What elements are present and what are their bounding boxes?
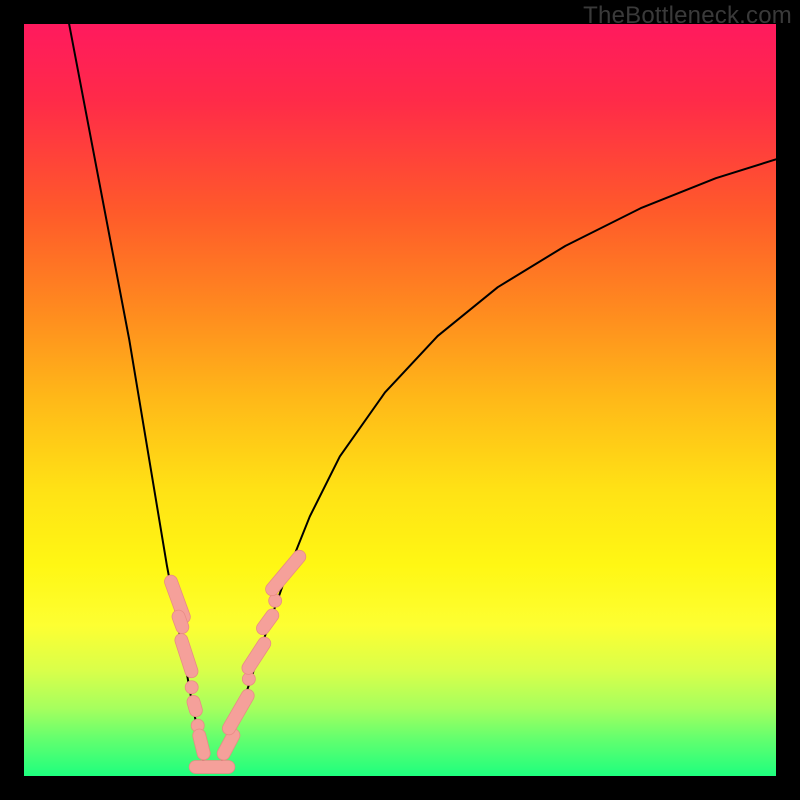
marker-dot bbox=[269, 594, 282, 607]
marker-pill bbox=[191, 728, 211, 761]
marker-pill bbox=[185, 694, 203, 718]
marker-pill bbox=[254, 606, 281, 637]
watermark-text: TheBottleneck.com bbox=[583, 2, 792, 30]
marker-pill bbox=[173, 632, 199, 679]
marker-pill bbox=[239, 634, 273, 676]
chart-svg bbox=[24, 24, 776, 776]
marker-pill bbox=[263, 548, 309, 599]
chart-frame: TheBottleneck.com bbox=[0, 0, 800, 800]
marker-pill bbox=[220, 687, 257, 737]
marker-pill bbox=[189, 760, 235, 773]
marker-layer bbox=[163, 548, 309, 774]
plot-area bbox=[24, 24, 776, 776]
marker-dot bbox=[185, 681, 198, 694]
bottleneck-curve bbox=[69, 24, 776, 767]
curve-layer bbox=[69, 24, 776, 767]
